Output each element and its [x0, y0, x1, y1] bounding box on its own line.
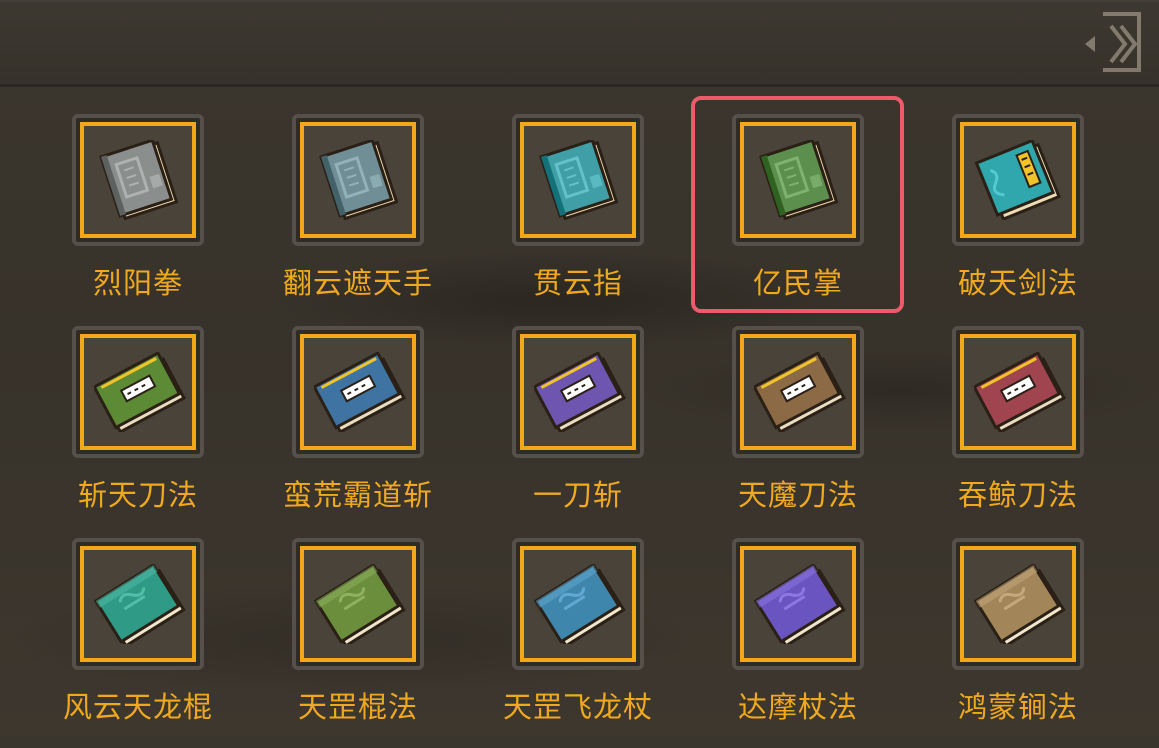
slot-frame	[72, 538, 204, 670]
scroll-book-icon	[99, 140, 179, 220]
skill-book-slot[interactable]: 吞鲸刀法	[938, 324, 1158, 536]
slot-frame	[292, 538, 424, 670]
skill-book-label: 贯云指	[532, 266, 623, 300]
skill-book-label: 天罡棍法	[297, 690, 418, 724]
blade-manual-icon	[94, 352, 186, 432]
scroll-book-icon	[319, 140, 399, 220]
skill-book-label: 吞鲸刀法	[957, 478, 1078, 512]
slot-gold-border	[80, 334, 196, 450]
skill-book-label: 风云天龙棍	[62, 690, 213, 724]
skill-book-slot[interactable]: 贯云指	[498, 112, 718, 324]
skill-book-slot[interactable]: 风云天龙棍	[58, 536, 278, 748]
slot-gold-border	[300, 546, 416, 662]
top-bar	[0, 0, 1159, 87]
slot-gold-border	[960, 122, 1076, 238]
slot-frame	[732, 114, 864, 246]
slot-gold-border	[80, 122, 196, 238]
skill-book-label: 烈阳拳	[92, 266, 183, 300]
slot-gold-border	[740, 334, 856, 450]
skill-book-slot[interactable]: 破天剑法	[938, 112, 1158, 324]
slot-gold-border	[80, 546, 196, 662]
slot-frame	[732, 538, 864, 670]
skill-book-label: 斩天刀法	[77, 478, 198, 512]
skill-book-label: 亿民掌	[752, 266, 843, 300]
skill-book-label: 鸿蒙锏法	[957, 690, 1078, 724]
skill-book-label: 一刀斩	[532, 478, 623, 512]
skill-book-label: 达摩杖法	[737, 690, 858, 724]
staff-manual-icon	[534, 564, 626, 644]
skill-book-slot[interactable]: 天魔刀法	[718, 324, 938, 536]
staff-manual-icon	[974, 564, 1066, 644]
scroll-book-icon	[539, 140, 619, 220]
skill-book-label: 翻云遮天手	[282, 266, 433, 300]
slot-frame	[512, 538, 644, 670]
skill-book-slot[interactable]: 亿民掌	[718, 112, 938, 324]
slot-frame	[292, 114, 424, 246]
blade-manual-icon	[534, 352, 626, 432]
skill-book-slot[interactable]: 天罡棍法	[278, 536, 498, 748]
slot-frame	[952, 538, 1084, 670]
slot-frame	[952, 114, 1084, 246]
staff-manual-icon	[754, 564, 846, 644]
slot-gold-border	[520, 546, 636, 662]
slot-frame	[512, 326, 644, 458]
staff-manual-icon	[314, 564, 406, 644]
skill-book-slot[interactable]: 鸿蒙锏法	[938, 536, 1158, 748]
slot-frame	[512, 114, 644, 246]
skill-book-label: 破天剑法	[957, 266, 1078, 300]
slot-gold-border	[960, 334, 1076, 450]
slot-frame	[732, 326, 864, 458]
slot-gold-border	[300, 122, 416, 238]
slot-frame	[292, 326, 424, 458]
blade-manual-icon	[314, 352, 406, 432]
staff-manual-icon	[94, 564, 186, 644]
skill-book-slot[interactable]: 蛮荒霸道斩	[278, 324, 498, 536]
skill-book-grid: 烈阳拳 翻云遮天手 贯云指 亿民掌 破天剑法 斩天刀法 蛮荒霸道斩 一刀斩 天魔…	[58, 112, 1138, 748]
skill-book-slot[interactable]: 翻云遮天手	[278, 112, 498, 324]
skill-book-label: 蛮荒霸道斩	[282, 478, 433, 512]
slot-frame	[952, 326, 1084, 458]
slot-gold-border	[960, 546, 1076, 662]
skill-book-slot[interactable]: 斩天刀法	[58, 324, 278, 536]
slot-gold-border	[300, 334, 416, 450]
skill-book-label: 天罡飞龙杖	[502, 690, 653, 724]
back-arrow-icon[interactable]	[1081, 8, 1145, 80]
slot-frame	[72, 114, 204, 246]
sword-manual-icon	[974, 140, 1062, 220]
skill-book-slot[interactable]: 达摩杖法	[718, 536, 938, 748]
slot-gold-border	[740, 546, 856, 662]
blade-manual-icon	[754, 352, 846, 432]
skill-book-slot[interactable]: 烈阳拳	[58, 112, 278, 324]
scroll-book-icon	[759, 140, 839, 220]
slot-gold-border	[740, 122, 856, 238]
slot-frame	[72, 326, 204, 458]
skill-book-slot[interactable]: 一刀斩	[498, 324, 718, 536]
slot-gold-border	[520, 334, 636, 450]
slot-gold-border	[520, 122, 636, 238]
blade-manual-icon	[974, 352, 1066, 432]
skill-book-label: 天魔刀法	[737, 478, 858, 512]
skill-book-slot[interactable]: 天罡飞龙杖	[498, 536, 718, 748]
